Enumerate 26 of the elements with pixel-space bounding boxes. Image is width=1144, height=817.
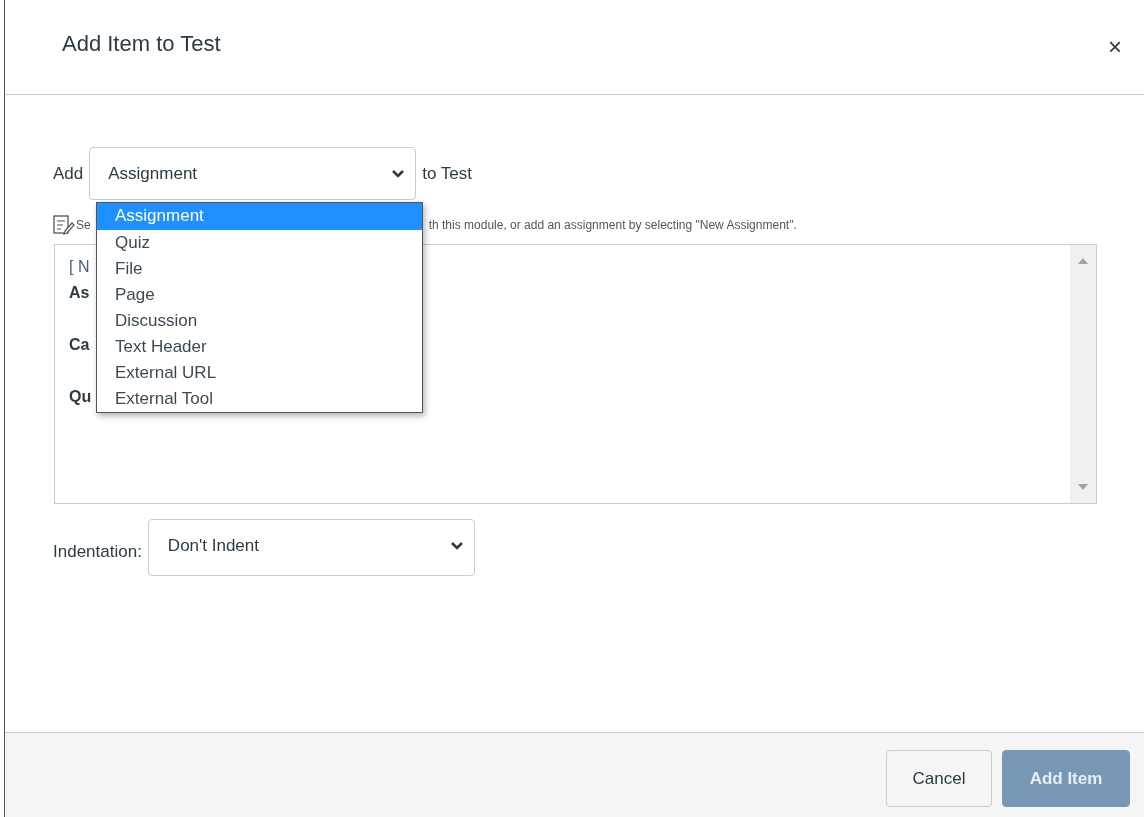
scroll-up-icon[interactable]: [1077, 257, 1089, 265]
to-test-label: to Test: [422, 163, 473, 184]
chevron-down-icon: [449, 540, 464, 551]
dropdown-option[interactable]: Text Header: [97, 334, 422, 360]
dropdown-option[interactable]: Page: [97, 282, 422, 308]
dropdown-option[interactable]: External Tool: [97, 386, 422, 412]
hint-text: Se: [76, 218, 91, 232]
close-button[interactable]: ×: [1104, 33, 1126, 61]
dialog-title: Add Item to Test: [62, 31, 221, 57]
item-type-select[interactable]: Assignment: [89, 147, 417, 200]
indentation-select[interactable]: Don't Indent: [147, 519, 475, 576]
list-entry: Ca: [69, 335, 90, 355]
edit-document-icon: [53, 215, 75, 235]
scroll-down-icon[interactable]: [1077, 483, 1089, 491]
list-entry: As: [69, 283, 90, 303]
add-label: Add: [53, 163, 84, 184]
list-entry: Qu: [69, 387, 92, 407]
scrollbar[interactable]: [1070, 245, 1096, 503]
dropdown-option[interactable]: External URL: [97, 360, 422, 386]
cancel-button[interactable]: Cancel: [886, 750, 992, 807]
hint-text: th this module, or add an assignment by selecting "New Assignment".: [428, 218, 797, 232]
indentation-label: Indentation:: [53, 541, 142, 562]
list-entry: [ N: [69, 257, 90, 277]
dropdown-option[interactable]: File: [97, 256, 422, 282]
chevron-down-icon: [391, 168, 406, 179]
dropdown-option[interactable]: Discussion: [97, 308, 422, 334]
